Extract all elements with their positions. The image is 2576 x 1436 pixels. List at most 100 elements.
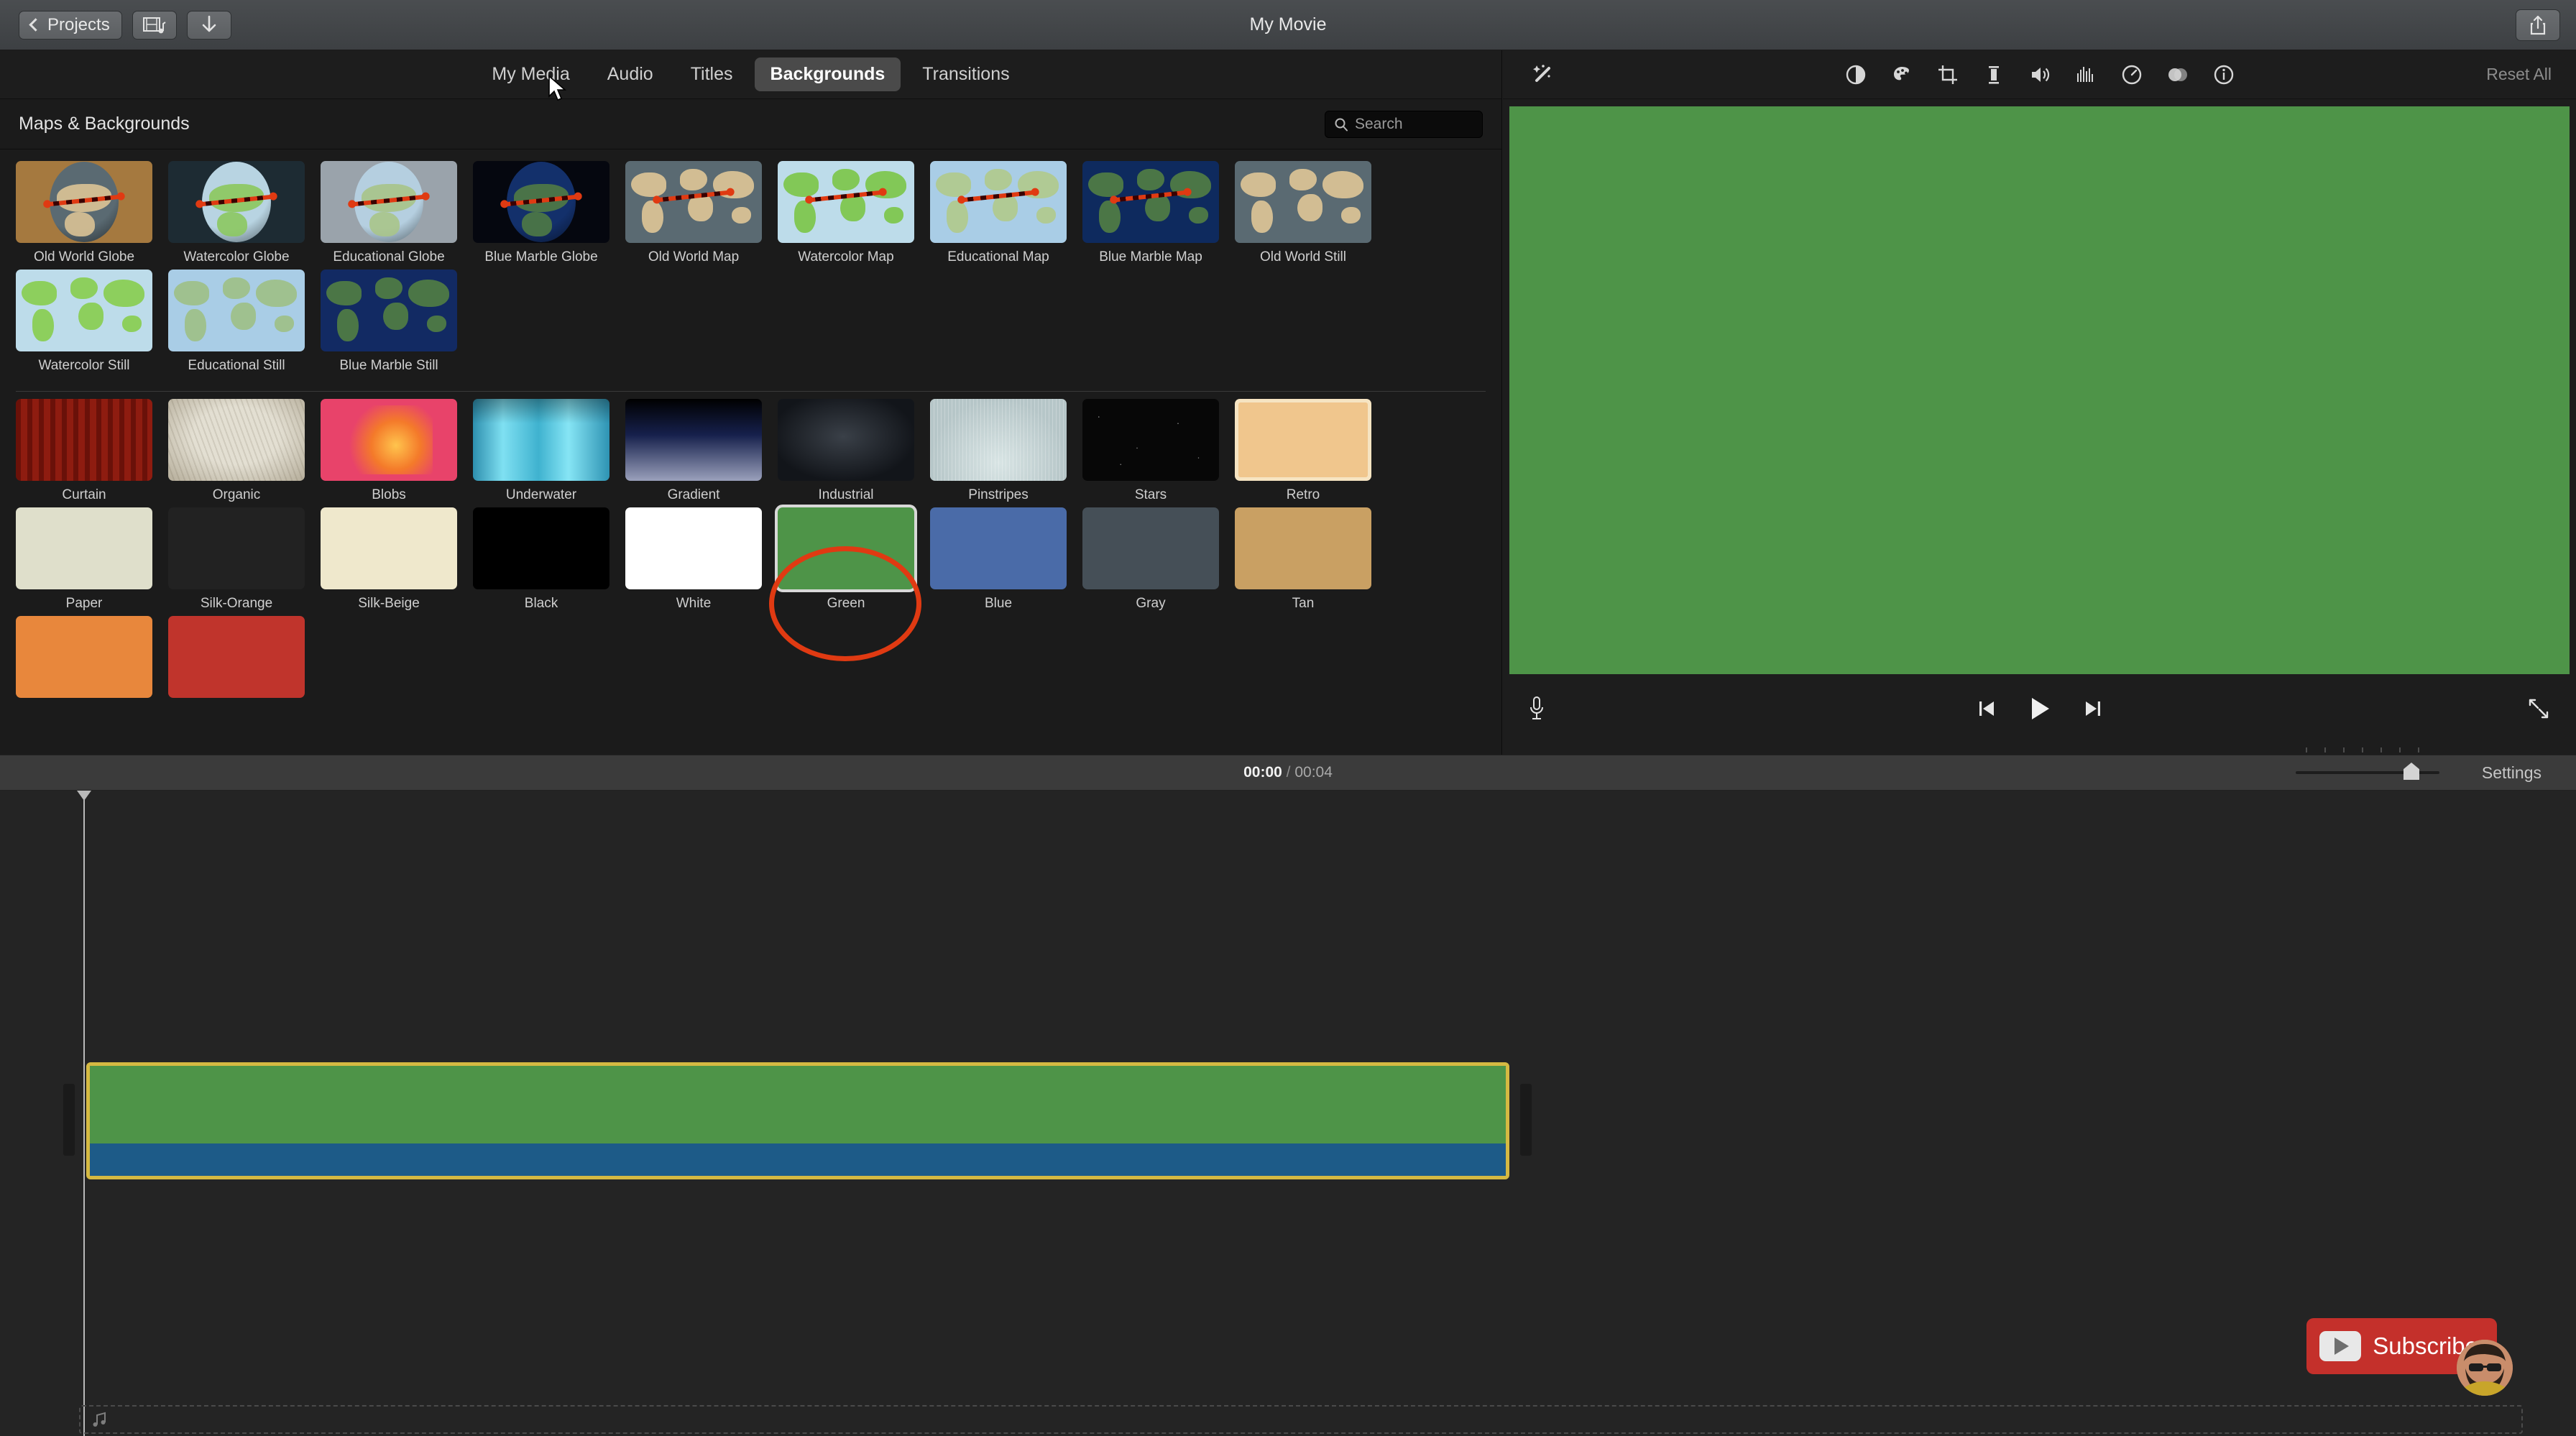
viewer-canvas[interactable] (1509, 106, 2570, 674)
search-input[interactable]: Search (1325, 111, 1483, 138)
share-button[interactable] (2516, 9, 2560, 41)
tab-my-media[interactable]: My Media (476, 57, 585, 91)
fullscreen-button[interactable] (2527, 697, 2550, 724)
item-thumbnail[interactable] (321, 507, 457, 589)
info-icon[interactable] (2212, 63, 2236, 87)
browser-item[interactable]: Silk-Orange (168, 507, 321, 612)
tab-transitions[interactable]: Transitions (906, 57, 1025, 91)
play-button[interactable] (2028, 696, 2052, 725)
browser-item[interactable]: Blue Marble Still (321, 270, 473, 374)
browser-item[interactable]: Curtain (16, 399, 168, 503)
tab-audio[interactable]: Audio (592, 57, 669, 91)
browser-item[interactable]: Educational Still (168, 270, 321, 374)
playhead-knob[interactable] (77, 791, 91, 801)
browser-item[interactable]: Silk-Beige (321, 507, 473, 612)
stabilization-icon[interactable] (1982, 63, 2006, 87)
item-thumbnail[interactable] (1082, 399, 1219, 481)
clip-trim-handle-right[interactable] (1520, 1084, 1532, 1156)
browser-item[interactable]: Old World Globe (16, 161, 168, 265)
item-thumbnail[interactable] (321, 161, 457, 243)
browser-item[interactable]: Stars (1082, 399, 1235, 503)
browser-item[interactable]: Blue Marble Map (1082, 161, 1235, 265)
browser-item[interactable]: Green (778, 507, 930, 612)
browser-item[interactable]: Watercolor Still (16, 270, 168, 374)
browser-item[interactable]: Old World Map (625, 161, 778, 265)
item-thumbnail[interactable] (1235, 399, 1371, 481)
browser-item[interactable]: Blue Marble Globe (473, 161, 625, 265)
browser-item[interactable]: Watercolor Globe (168, 161, 321, 265)
item-thumbnail[interactable] (625, 507, 762, 589)
browser-item[interactable] (168, 616, 321, 704)
item-thumbnail[interactable] (778, 161, 914, 243)
maps-row-1: Old World GlobeWatercolor GlobeEducation… (16, 161, 1486, 270)
audio-dropzone[interactable] (79, 1405, 2523, 1434)
browser-item[interactable]: Retro (1235, 399, 1387, 503)
item-thumbnail[interactable] (778, 507, 914, 589)
browser-item[interactable]: Educational Globe (321, 161, 473, 265)
item-thumbnail[interactable] (473, 507, 610, 589)
filters-icon[interactable] (2166, 63, 2190, 87)
projects-back-button[interactable]: Projects (19, 11, 122, 40)
browser-item[interactable]: Paper (16, 507, 168, 612)
item-thumbnail[interactable] (625, 399, 762, 481)
item-thumbnail[interactable] (168, 616, 305, 698)
item-thumbnail[interactable] (1082, 161, 1219, 243)
timeline-clip[interactable] (86, 1062, 1509, 1179)
item-thumbnail[interactable] (16, 507, 152, 589)
timeline-panel[interactable] (0, 791, 2576, 1436)
item-thumbnail[interactable] (16, 399, 152, 481)
browser-item[interactable]: Pinstripes (930, 399, 1082, 503)
item-thumbnail[interactable] (16, 161, 152, 243)
item-thumbnail[interactable] (625, 161, 762, 243)
item-thumbnail[interactable] (778, 399, 914, 481)
browser-item[interactable]: Old World Still (1235, 161, 1387, 265)
crop-icon[interactable] (1936, 63, 1960, 87)
browser-item[interactable]: Gray (1082, 507, 1235, 612)
item-thumbnail[interactable] (321, 270, 457, 351)
browser-item[interactable]: Blobs (321, 399, 473, 503)
equalizer-icon[interactable] (2074, 63, 2098, 87)
item-thumbnail[interactable] (168, 507, 305, 589)
browser-item[interactable]: White (625, 507, 778, 612)
browser-item[interactable]: Blue (930, 507, 1082, 612)
time-separator: / (1287, 764, 1291, 781)
item-thumbnail[interactable] (1082, 507, 1219, 589)
browser-item[interactable]: Industrial (778, 399, 930, 503)
color-balance-icon[interactable] (1844, 63, 1868, 87)
item-thumbnail[interactable] (1235, 507, 1371, 589)
tab-titles[interactable]: Titles (675, 57, 749, 91)
item-thumbnail[interactable] (168, 270, 305, 351)
speed-icon[interactable] (2120, 63, 2144, 87)
browser-item[interactable] (16, 616, 168, 704)
browser-item[interactable]: Watercolor Map (778, 161, 930, 265)
reset-all-button[interactable]: Reset All (2486, 65, 2552, 84)
browser-item[interactable]: Gradient (625, 399, 778, 503)
browser-item[interactable]: Underwater (473, 399, 625, 503)
item-thumbnail[interactable] (930, 161, 1067, 243)
timeline-zoom-slider[interactable] (2296, 771, 2439, 774)
item-thumbnail[interactable] (168, 161, 305, 243)
media-library-button[interactable] (132, 11, 177, 40)
item-thumbnail[interactable] (473, 161, 610, 243)
color-correction-icon[interactable] (1890, 63, 1914, 87)
clip-trim-handle-left[interactable] (63, 1084, 75, 1156)
item-thumbnail[interactable] (321, 399, 457, 481)
skip-back-button[interactable] (1976, 698, 1997, 723)
item-thumbnail[interactable] (473, 399, 610, 481)
item-thumbnail[interactable] (16, 616, 152, 698)
import-media-button[interactable] (187, 11, 231, 40)
browser-item[interactable]: Tan (1235, 507, 1387, 612)
playhead[interactable] (83, 791, 85, 1436)
browser-item[interactable]: Organic (168, 399, 321, 503)
browser-item[interactable]: Educational Map (930, 161, 1082, 265)
browser-item[interactable]: Black (473, 507, 625, 612)
skip-forward-button[interactable] (2082, 698, 2104, 723)
item-thumbnail[interactable] (930, 507, 1067, 589)
item-thumbnail[interactable] (930, 399, 1067, 481)
item-thumbnail[interactable] (1235, 161, 1371, 243)
item-thumbnail[interactable] (16, 270, 152, 351)
tab-backgrounds[interactable]: Backgrounds (755, 57, 901, 91)
timeline-settings-button[interactable]: Settings (2482, 763, 2542, 783)
item-thumbnail[interactable] (168, 399, 305, 481)
volume-icon[interactable] (2028, 63, 2052, 87)
